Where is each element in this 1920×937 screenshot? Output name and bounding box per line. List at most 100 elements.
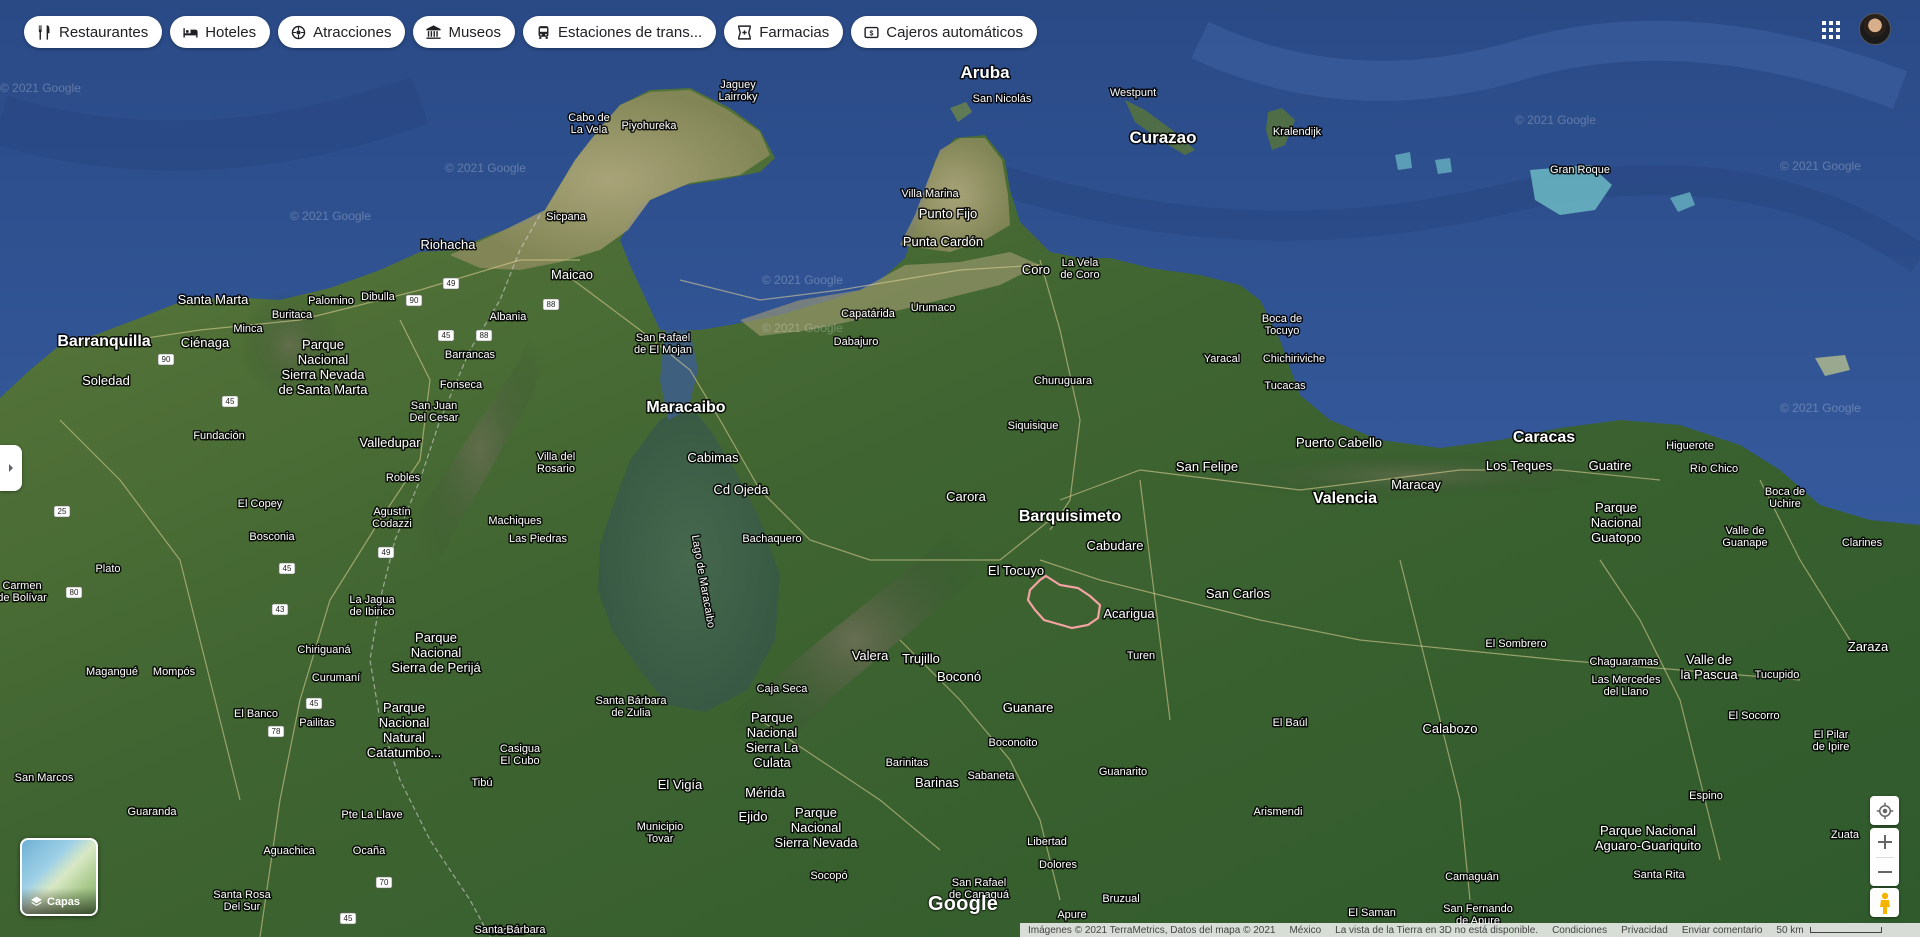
map-label-jaguey[interactable]: Jaguey Lairroky: [717, 78, 760, 105]
map-label-carmen-bolivar[interactable]: Carmen de Bolívar: [0, 579, 49, 606]
chip-restaurantes[interactable]: Restaurantes: [24, 16, 163, 48]
map-label-guaranda[interactable]: Guaranda: [126, 805, 179, 820]
map-label-guatopo[interactable]: Parque Nacional Guatopo: [1589, 499, 1643, 547]
map-label-las-piedras[interactable]: Las Piedras: [507, 532, 569, 547]
chip-atracciones[interactable]: Atracciones: [278, 16, 406, 48]
map-label-churuguara[interactable]: Churuguara: [1032, 374, 1094, 389]
map-label-barranquilla[interactable]: Barranquilla: [56, 332, 152, 352]
map-label-el-sombrero[interactable]: El Sombrero: [1484, 637, 1548, 652]
map-label-tucupido[interactable]: Tucupido: [1753, 668, 1801, 683]
map-label-chichiriviche[interactable]: Chichiriviche: [1261, 352, 1326, 367]
map-label-san-carlos[interactable]: San Carlos: [1204, 585, 1272, 603]
map-label-san-nicolas[interactable]: San Nicolás: [971, 92, 1033, 107]
map-label-casigua[interactable]: Casigua El Cubo: [498, 742, 542, 769]
zoom-out-button[interactable]: [1870, 858, 1899, 887]
map-label-chiriguana[interactable]: Chiriguaná: [296, 643, 353, 658]
map-label-santa-barbara-b[interactable]: Santa Bárbara: [473, 923, 548, 937]
map-label-valle-guanape[interactable]: Valle de Guanape: [1721, 524, 1769, 551]
chip-farmacias[interactable]: Farmacias: [724, 16, 844, 48]
map-label-san-marcos[interactable]: San Marcos: [13, 771, 75, 786]
map-label-bocono[interactable]: Boconó: [935, 668, 982, 686]
map-label-barinitas[interactable]: Barinitas: [884, 756, 930, 771]
map-label-ocana[interactable]: Ocaña: [351, 844, 387, 859]
map-label-maracaibo[interactable]: Maracaibo: [645, 398, 727, 418]
map-label-villa-rosario[interactable]: Villa del Rosario: [535, 450, 576, 477]
my-location-button[interactable]: [1870, 796, 1899, 825]
map-label-siquisique[interactable]: Siquisique: [1006, 419, 1060, 434]
map-label-boconoito[interactable]: Boconoito: [987, 736, 1039, 751]
map-label-acarigua[interactable]: Acarigua: [1102, 605, 1157, 623]
map-label-machiques[interactable]: Machiques: [487, 514, 544, 529]
map-label-valle-pascua[interactable]: Valle de la Pascua: [1679, 651, 1740, 684]
map-label-arismendi[interactable]: Arismendi: [1252, 805, 1304, 820]
map-label-dolores[interactable]: Dolores: [1038, 858, 1079, 873]
map-label-minca[interactable]: Minca: [232, 322, 265, 337]
map-label-carora[interactable]: Carora: [945, 488, 989, 506]
map-label-plato[interactable]: Plato: [94, 562, 122, 577]
map-label-fundacion[interactable]: Fundación: [192, 429, 246, 444]
map-label-coro[interactable]: Coro: [1020, 261, 1051, 279]
map-label-san-felipe[interactable]: San Felipe: [1174, 458, 1239, 476]
map-label-yaracal[interactable]: Yaracal: [1202, 352, 1241, 367]
map-label-merida[interactable]: Mérida: [744, 784, 788, 802]
map-label-robles[interactable]: Robles: [384, 471, 422, 486]
country-link[interactable]: México: [1289, 925, 1321, 936]
map-label-el-tocuyo[interactable]: El Tocuyo: [986, 562, 1045, 580]
map-label-punto-fijo[interactable]: Punto Fijo: [917, 205, 979, 223]
map-label-gran-roque[interactable]: Gran Roque: [1549, 163, 1612, 178]
chip-museos[interactable]: Museos: [413, 16, 515, 48]
map-label-capatarida[interactable]: Capatárida: [840, 307, 898, 322]
map-label-dabajuro[interactable]: Dabajuro: [832, 335, 880, 350]
map-label-bachaquero[interactable]: Bachaquero: [741, 532, 803, 547]
map-label-fonseca[interactable]: Fonseca: [438, 378, 484, 393]
map-label-villa-marina[interactable]: Villa Marina: [900, 187, 961, 202]
map-label-la-jagua[interactable]: La Jagua de Ibirico: [348, 593, 397, 620]
map-label-barrancas[interactable]: Barrancas: [443, 348, 497, 363]
map-label-ejido[interactable]: Ejido: [737, 808, 769, 826]
map-label-el-saman[interactable]: El Saman: [1347, 906, 1398, 921]
map-label-cabudare[interactable]: Cabudare: [1085, 537, 1145, 555]
map-label-calabozo[interactable]: Calabozo: [1421, 720, 1479, 738]
map-label-cabo-vela[interactable]: Cabo de La Vela: [567, 111, 612, 138]
map-label-maracay[interactable]: Maracay: [1390, 476, 1443, 494]
map-label-guanare[interactable]: Guanare: [1001, 699, 1055, 717]
zoom-in-button[interactable]: [1870, 828, 1899, 857]
map-label-agustin-codazzi[interactable]: Agustín Codazzi: [371, 505, 414, 532]
map-label-aguaro[interactable]: Parque Nacional Aguaro-Guariquito: [1593, 822, 1702, 855]
map-label-soledad[interactable]: Soledad: [81, 372, 132, 390]
map-label-mompos[interactable]: Mompós: [151, 665, 197, 680]
map-label-guatire[interactable]: Guatire: [1587, 457, 1633, 475]
map-label-urumaco[interactable]: Urumaco: [909, 301, 957, 316]
map-label-turen[interactable]: Turen: [1125, 649, 1156, 664]
map-label-maicao[interactable]: Maicao: [550, 266, 595, 284]
map-label-sicpana[interactable]: Sicpana: [545, 210, 589, 225]
map-label-valencia[interactable]: Valencia: [1311, 489, 1378, 509]
street-view-pegman-button[interactable]: [1870, 888, 1899, 917]
map-label-albania[interactable]: Albania: [488, 310, 529, 325]
map-label-rio-chico[interactable]: Río Chico: [1688, 462, 1739, 477]
map-label-riohacha[interactable]: Riohacha: [419, 236, 478, 254]
map-label-zaraza[interactable]: Zaraza: [1846, 638, 1890, 656]
layers-button[interactable]: Capas: [20, 838, 98, 916]
map-label-valera[interactable]: Valera: [850, 647, 890, 665]
map-label-tibu[interactable]: Tibú: [470, 776, 494, 791]
map-label-caracas[interactable]: Caracas: [1511, 428, 1576, 448]
map-label-dibulla[interactable]: Dibulla: [360, 290, 398, 305]
map-label-punta-cardon[interactable]: Punta Cardón: [901, 233, 984, 251]
map-label-westpunt[interactable]: Westpunt: [1108, 86, 1157, 101]
map-label-bosconia[interactable]: Bosconia: [248, 530, 297, 545]
map-label-san-rafael-mojan[interactable]: San Rafael de El Mojan: [632, 331, 693, 358]
map-label-el-vigia[interactable]: El Vigía: [656, 776, 704, 794]
map-label-el-socorro[interactable]: El Socorro: [1727, 709, 1781, 724]
map-label-la-vela-coro[interactable]: La Vela de Coro: [1059, 256, 1101, 283]
map-label-el-pilar[interactable]: El Pilar de Ipire: [1811, 728, 1851, 755]
map-label-guanarito[interactable]: Guanarito: [1097, 765, 1148, 780]
chip-estaciones-transporte[interactable]: Estaciones de trans...: [522, 16, 717, 48]
map-label-curumani[interactable]: Curumaní: [310, 671, 361, 686]
map-label-bruzual[interactable]: Bruzual: [1101, 892, 1141, 907]
account-avatar[interactable]: [1859, 13, 1891, 45]
map-label-pailitas[interactable]: Pailitas: [298, 716, 337, 731]
map-label-cabimas[interactable]: Cabimas: [686, 449, 741, 467]
apps-grid-button[interactable]: [1818, 17, 1844, 43]
map-label-el-banco[interactable]: El Banco: [232, 707, 279, 722]
